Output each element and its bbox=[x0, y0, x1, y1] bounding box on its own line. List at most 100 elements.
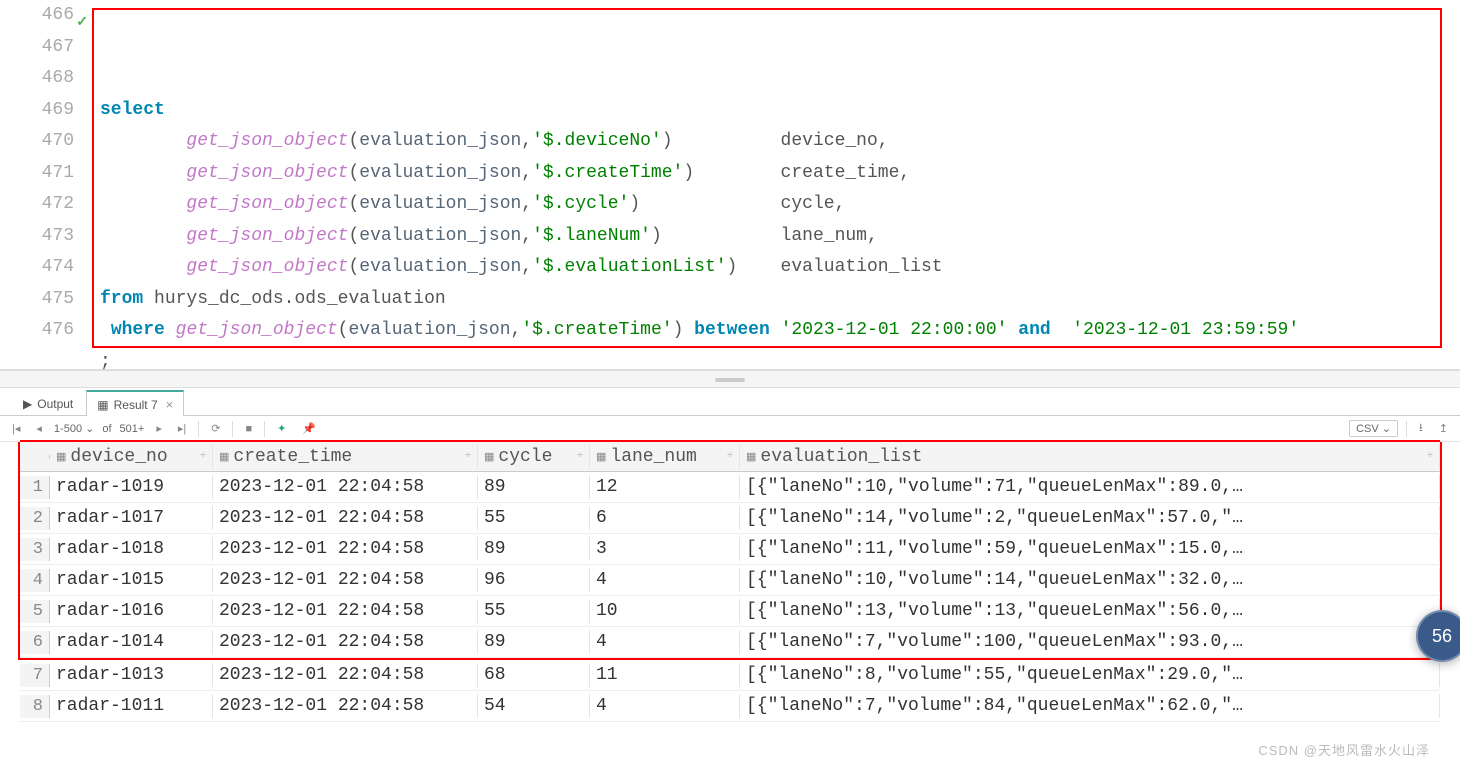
line-number: 467 bbox=[0, 32, 74, 64]
row-number: 8 bbox=[20, 695, 50, 718]
tab-output[interactable]: ▶ Output bbox=[12, 391, 84, 415]
cell-evaluation-list[interactable]: [{"laneNo":8,"volume":55,"queueLenMax":2… bbox=[740, 663, 1440, 687]
line-number: 476 bbox=[0, 315, 74, 347]
code-line[interactable]: get_json_object(evaluation_json,'$.cycle… bbox=[100, 189, 1460, 221]
line-number-gutter: 466✓467468469470471472473474475476 bbox=[0, 0, 92, 369]
line-number: 471 bbox=[0, 158, 74, 190]
code-line[interactable]: get_json_object(evaluation_json,'$.devic… bbox=[100, 126, 1460, 158]
line-number: 469 bbox=[0, 95, 74, 127]
code-line[interactable]: get_json_object(evaluation_json,'$.laneN… bbox=[100, 221, 1460, 253]
cell-lane-num[interactable]: 4 bbox=[590, 568, 740, 592]
table-row[interactable]: 4radar-10152023-12-01 22:04:58964[{"lane… bbox=[20, 565, 1440, 596]
column-header-device-no[interactable]: ▦device_no÷ bbox=[50, 445, 213, 469]
code-line[interactable]: get_json_object(evaluation_json,'$.evalu… bbox=[100, 252, 1460, 284]
line-number: 466✓ bbox=[0, 0, 74, 32]
grid-header-row: ▦device_no÷ ▦create_time÷ ▦cycle÷ ▦lane_… bbox=[20, 442, 1440, 472]
cell-evaluation-list[interactable]: [{"laneNo":7,"volume":100,"queueLenMax":… bbox=[740, 630, 1440, 654]
output-icon: ▶ bbox=[23, 397, 32, 411]
cell-lane-num[interactable]: 10 bbox=[590, 599, 740, 623]
cell-create-time[interactable]: 2023-12-01 22:04:58 bbox=[213, 630, 478, 654]
code-line[interactable]: where get_json_object(evaluation_json,'$… bbox=[100, 315, 1460, 347]
table-row[interactable]: 6radar-10142023-12-01 22:04:58894[{"lane… bbox=[20, 627, 1440, 658]
close-icon[interactable]: × bbox=[166, 397, 174, 412]
cell-cycle[interactable]: 89 bbox=[478, 630, 590, 654]
code-line[interactable]: select bbox=[100, 95, 1460, 127]
line-number: 474 bbox=[0, 252, 74, 284]
column-header-cycle[interactable]: ▦cycle÷ bbox=[478, 445, 590, 469]
row-number: 2 bbox=[20, 507, 50, 530]
watermark: CSDN @天地风雷水火山泽 bbox=[1258, 740, 1430, 759]
column-header-evaluation-list[interactable]: ▦evaluation_list÷ bbox=[740, 445, 1440, 469]
code-line[interactable]: from hurys_dc_ods.ods_evaluation bbox=[100, 284, 1460, 316]
cell-evaluation-list[interactable]: [{"laneNo":10,"volume":14,"queueLenMax":… bbox=[740, 568, 1440, 592]
cell-lane-num[interactable]: 6 bbox=[590, 506, 740, 530]
tab-result-label: Result 7 bbox=[114, 398, 158, 412]
row-number: 3 bbox=[20, 538, 50, 561]
row-number: 5 bbox=[20, 600, 50, 623]
row-number: 6 bbox=[20, 631, 50, 654]
table-row[interactable]: 5radar-10162023-12-01 22:04:585510[{"lan… bbox=[20, 596, 1440, 627]
cell-cycle[interactable]: 68 bbox=[478, 663, 590, 687]
cell-create-time[interactable]: 2023-12-01 22:04:58 bbox=[213, 694, 478, 718]
cell-create-time[interactable]: 2023-12-01 22:04:58 bbox=[213, 663, 478, 687]
code-content[interactable]: select get_json_object(evaluation_json,'… bbox=[92, 0, 1460, 369]
table-row[interactable]: 7radar-10132023-12-01 22:04:586811[{"lan… bbox=[18, 660, 1442, 691]
line-number: 472 bbox=[0, 189, 74, 221]
float-badge[interactable]: 56 bbox=[1416, 610, 1460, 662]
table-row[interactable]: 8radar-10112023-12-01 22:04:58544[{"lane… bbox=[18, 691, 1442, 722]
cell-cycle[interactable]: 89 bbox=[478, 537, 590, 561]
cell-evaluation-list[interactable]: [{"laneNo":14,"volume":2,"queueLenMax":5… bbox=[740, 506, 1440, 530]
cell-lane-num[interactable]: 3 bbox=[590, 537, 740, 561]
cell-create-time[interactable]: 2023-12-01 22:04:58 bbox=[213, 599, 478, 623]
column-header-lane-num[interactable]: ▦lane_num÷ bbox=[590, 445, 740, 469]
line-number: 468 bbox=[0, 63, 74, 95]
grid-icon: ▦ bbox=[97, 398, 108, 412]
column-header-create-time[interactable]: ▦create_time÷ bbox=[213, 445, 478, 469]
cell-lane-num[interactable]: 12 bbox=[590, 475, 740, 499]
cell-lane-num[interactable]: 11 bbox=[590, 663, 740, 687]
cell-device-no[interactable]: radar-1019 bbox=[50, 475, 213, 499]
row-number: 4 bbox=[20, 569, 50, 592]
cell-device-no[interactable]: radar-1013 bbox=[50, 663, 213, 687]
cell-evaluation-list[interactable]: [{"laneNo":10,"volume":71,"queueLenMax":… bbox=[740, 475, 1440, 499]
line-number: 473 bbox=[0, 221, 74, 253]
line-number: 475 bbox=[0, 284, 74, 316]
cell-cycle[interactable]: 54 bbox=[478, 694, 590, 718]
cell-create-time[interactable]: 2023-12-01 22:04:58 bbox=[213, 537, 478, 561]
cell-create-time[interactable]: 2023-12-01 22:04:58 bbox=[213, 568, 478, 592]
line-number: 470 bbox=[0, 126, 74, 158]
cell-evaluation-list[interactable]: [{"laneNo":11,"volume":59,"queueLenMax":… bbox=[740, 537, 1440, 561]
prev-page-button[interactable]: ◂ bbox=[32, 420, 46, 437]
cell-evaluation-list[interactable]: [{"laneNo":7,"volume":84,"queueLenMax":6… bbox=[740, 694, 1440, 718]
cell-lane-num[interactable]: 4 bbox=[590, 694, 740, 718]
tab-output-label: Output bbox=[37, 397, 73, 411]
cell-device-no[interactable]: radar-1015 bbox=[50, 568, 213, 592]
cell-device-no[interactable]: radar-1016 bbox=[50, 599, 213, 623]
results-grid-highlighted: ▦device_no÷ ▦create_time÷ ▦cycle÷ ▦lane_… bbox=[18, 442, 1442, 660]
checkmark-icon: ✓ bbox=[76, 8, 88, 40]
cell-device-no[interactable]: radar-1014 bbox=[50, 630, 213, 654]
code-line[interactable]: get_json_object(evaluation_json,'$.creat… bbox=[100, 158, 1460, 190]
cell-device-no[interactable]: radar-1017 bbox=[50, 506, 213, 530]
cell-cycle[interactable]: 96 bbox=[478, 568, 590, 592]
row-number: 1 bbox=[20, 476, 50, 499]
cell-cycle[interactable]: 89 bbox=[478, 475, 590, 499]
cell-device-no[interactable]: radar-1018 bbox=[50, 537, 213, 561]
cell-create-time[interactable]: 2023-12-01 22:04:58 bbox=[213, 506, 478, 530]
table-row[interactable]: 1radar-10192023-12-01 22:04:588912[{"lan… bbox=[20, 472, 1440, 503]
cell-cycle[interactable]: 55 bbox=[478, 599, 590, 623]
sql-editor[interactable]: 466✓467468469470471472473474475476 selec… bbox=[0, 0, 1460, 370]
cell-create-time[interactable]: 2023-12-01 22:04:58 bbox=[213, 475, 478, 499]
cell-device-no[interactable]: radar-1011 bbox=[50, 694, 213, 718]
code-line[interactable] bbox=[100, 410, 1460, 442]
row-number: 7 bbox=[20, 664, 50, 687]
tab-result[interactable]: ▦ Result 7 × bbox=[86, 390, 184, 416]
row-number-header bbox=[20, 455, 50, 459]
first-page-button[interactable]: |◂ bbox=[8, 420, 24, 437]
cell-evaluation-list[interactable]: [{"laneNo":13,"volume":13,"queueLenMax":… bbox=[740, 599, 1440, 623]
cell-lane-num[interactable]: 4 bbox=[590, 630, 740, 654]
table-row[interactable]: 3radar-10182023-12-01 22:04:58893[{"lane… bbox=[20, 534, 1440, 565]
cell-cycle[interactable]: 55 bbox=[478, 506, 590, 530]
splitter-handle[interactable] bbox=[0, 370, 1460, 388]
table-row[interactable]: 2radar-10172023-12-01 22:04:58556[{"lane… bbox=[20, 503, 1440, 534]
